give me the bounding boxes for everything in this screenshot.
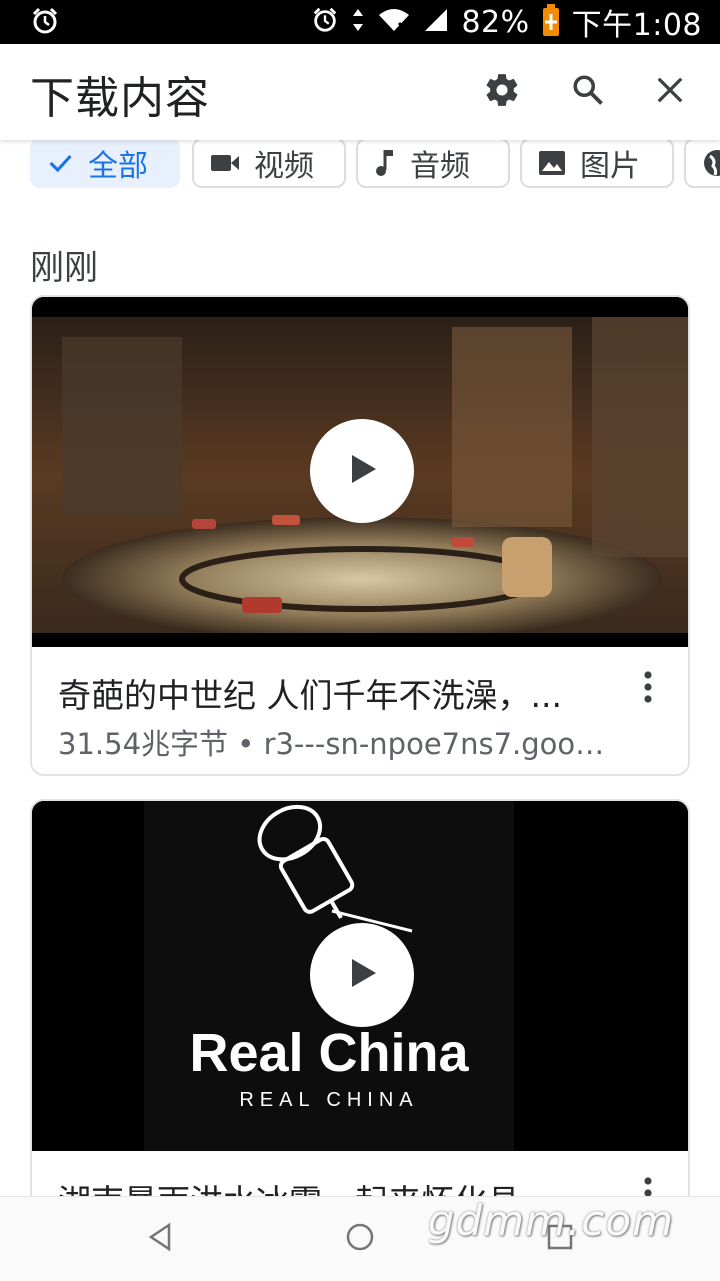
play-button[interactable] bbox=[310, 923, 414, 1027]
download-item-card[interactable]: Real China REAL CHINA 湖南暴雨洪水冰雹一起来怀化县 bbox=[30, 799, 690, 1259]
section-label: 刚刚 bbox=[30, 248, 98, 288]
item-subtitle: 31.54兆字节 • r3---sn-npoe7ns7.goog... bbox=[58, 727, 618, 761]
play-icon bbox=[342, 449, 382, 493]
thumb-logo-text: Real China bbox=[189, 1023, 469, 1083]
video-thumbnail[interactable]: Real China REAL CHINA bbox=[32, 801, 688, 1151]
globe-icon bbox=[702, 148, 720, 178]
image-icon bbox=[538, 150, 566, 176]
music-note-icon bbox=[374, 148, 396, 178]
item-title: 奇葩的中世纪 人们千年不洗澡，... bbox=[58, 676, 562, 715]
status-bar: 82% 下午1:08 bbox=[0, 0, 720, 44]
alarm-icon bbox=[30, 6, 60, 40]
home-circle-icon bbox=[345, 1222, 375, 1256]
back-button[interactable] bbox=[140, 1219, 180, 1259]
chip-audio[interactable]: 音频 bbox=[356, 138, 510, 188]
watermark-text: gdmm.com bbox=[427, 1196, 674, 1245]
data-arrows-icon bbox=[351, 7, 365, 37]
video-icon bbox=[210, 152, 240, 174]
chip-video[interactable]: 视频 bbox=[192, 138, 346, 188]
thumb-logo-subtext: REAL CHINA bbox=[239, 1089, 418, 1111]
chip-images[interactable]: 图片 bbox=[520, 138, 674, 188]
chip-label: 音频 bbox=[410, 149, 470, 184]
close-icon bbox=[655, 75, 685, 109]
play-button[interactable] bbox=[310, 419, 414, 523]
chip-web[interactable] bbox=[684, 138, 720, 188]
battery-charging-icon bbox=[542, 4, 560, 40]
search-button[interactable] bbox=[564, 68, 612, 116]
search-icon bbox=[570, 72, 606, 112]
chip-label: 图片 bbox=[580, 149, 640, 184]
gear-icon bbox=[483, 71, 521, 113]
alarm-icon bbox=[311, 6, 339, 38]
wifi-off-icon bbox=[377, 7, 411, 37]
more-vert-icon bbox=[643, 670, 653, 708]
download-item-card[interactable]: 奇葩的中世纪 人们千年不洗澡，... 31.54兆字节 • r3---sn-np… bbox=[30, 295, 690, 776]
page-title: 下载内容 bbox=[30, 73, 210, 124]
more-options-button[interactable] bbox=[630, 665, 666, 713]
close-button[interactable] bbox=[646, 68, 694, 116]
clock: 下午1:08 bbox=[571, 8, 702, 43]
home-button[interactable] bbox=[340, 1219, 380, 1259]
chip-label: 视频 bbox=[254, 149, 314, 184]
back-triangle-icon bbox=[145, 1222, 175, 1256]
chip-all[interactable]: 全部 bbox=[30, 138, 180, 188]
app-bar: 下载内容 bbox=[0, 44, 720, 140]
play-icon bbox=[342, 953, 382, 997]
filter-chips: 全部 视频 音频 图片 bbox=[0, 138, 720, 194]
settings-button[interactable] bbox=[478, 68, 526, 116]
check-icon bbox=[46, 149, 74, 177]
chip-label: 全部 bbox=[88, 149, 148, 184]
battery-percent: 82% bbox=[461, 4, 530, 40]
video-thumbnail[interactable] bbox=[32, 297, 688, 647]
signal-icon bbox=[423, 7, 449, 37]
